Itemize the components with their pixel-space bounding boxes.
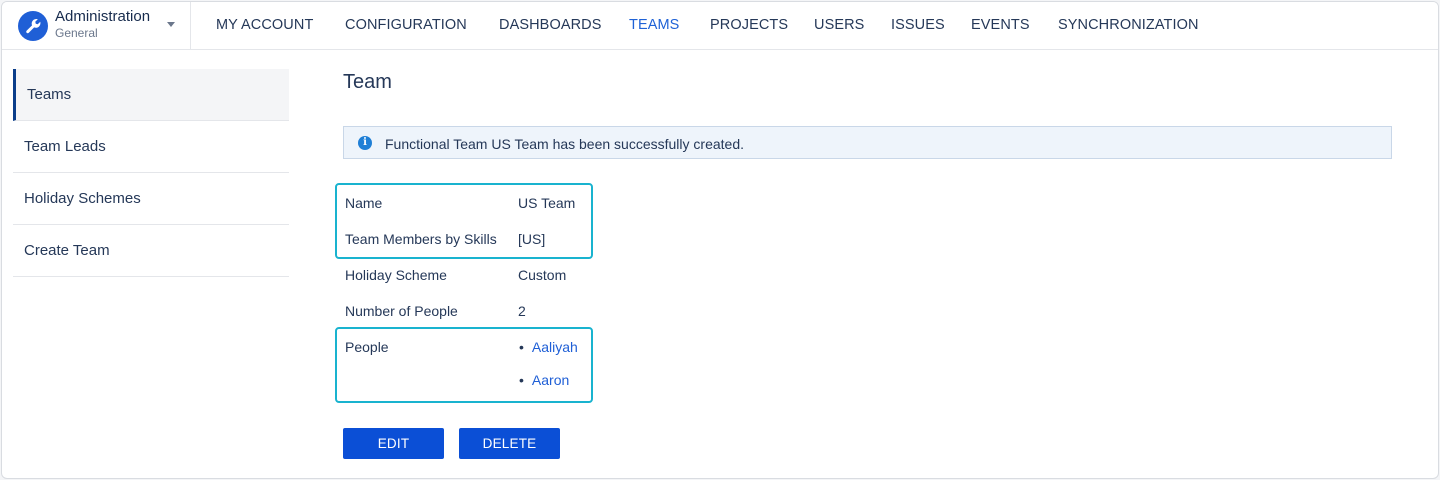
holiday-scheme-label: Holiday Scheme bbox=[345, 267, 447, 283]
nav-item-my-account[interactable]: MY ACCOUNT bbox=[216, 17, 313, 33]
app-title: Administration bbox=[55, 8, 151, 25]
sidebar-item-teams[interactable]: Teams bbox=[13, 69, 289, 121]
nav-item-issues[interactable]: ISSUES bbox=[891, 17, 945, 33]
sidebar-item-label: Holiday Schemes bbox=[24, 190, 141, 207]
sidebar: Teams Team Leads Holiday Schemes Create … bbox=[13, 69, 289, 277]
sidebar-item-holiday-schemes[interactable]: Holiday Schemes bbox=[13, 173, 289, 225]
edit-button[interactable]: EDIT bbox=[343, 428, 444, 459]
people-count-value: 2 bbox=[518, 303, 526, 319]
sidebar-item-label: Team Leads bbox=[24, 138, 106, 155]
nav-item-configuration[interactable]: CONFIGURATION bbox=[345, 17, 467, 33]
nav-item-events[interactable]: EVENTS bbox=[971, 17, 1030, 33]
app-subtitle: General bbox=[55, 26, 98, 40]
list-item: • Aaron bbox=[519, 372, 569, 388]
skills-label: Team Members by Skills bbox=[345, 231, 497, 247]
wrench-icon bbox=[18, 11, 48, 41]
delete-button[interactable]: DELETE bbox=[459, 428, 560, 459]
bullet-icon: • bbox=[519, 372, 524, 388]
name-label: Name bbox=[345, 195, 383, 211]
top-navigation-bar: Administration General MY ACCOUNT CONFIG… bbox=[2, 2, 1438, 50]
sidebar-item-create-team[interactable]: Create Team bbox=[13, 225, 289, 277]
person-link-aaron[interactable]: Aaron bbox=[532, 372, 569, 388]
sidebar-item-label: Teams bbox=[27, 86, 72, 103]
nav-item-teams[interactable]: TEAMS bbox=[629, 17, 679, 33]
people-count-label: Number of People bbox=[345, 303, 458, 319]
holiday-scheme-value: Custom bbox=[518, 267, 567, 283]
sidebar-item-label: Create Team bbox=[24, 242, 110, 259]
nav-item-users[interactable]: USERS bbox=[814, 17, 864, 33]
nav-item-dashboards[interactable]: DASHBOARDS bbox=[499, 17, 602, 33]
info-banner: i Functional Team US Team has been succe… bbox=[343, 126, 1392, 159]
info-icon: i bbox=[358, 136, 372, 150]
name-value: US Team bbox=[518, 195, 576, 211]
person-link-aaliyah[interactable]: Aaliyah bbox=[532, 339, 578, 355]
list-item: • Aaliyah bbox=[519, 339, 578, 355]
bullet-icon: • bbox=[519, 339, 524, 355]
skills-value: [US] bbox=[518, 231, 546, 247]
sidebar-item-team-leads[interactable]: Team Leads bbox=[13, 121, 289, 173]
app-switcher[interactable]: Administration General bbox=[2, 2, 191, 49]
people-label: People bbox=[345, 339, 389, 355]
chevron-down-icon[interactable] bbox=[167, 22, 175, 27]
nav-item-synchronization[interactable]: SYNCHRONIZATION bbox=[1058, 17, 1199, 33]
nav-item-projects[interactable]: PROJECTS bbox=[710, 17, 788, 33]
page-title: Team bbox=[343, 71, 392, 93]
app-window: Administration General MY ACCOUNT CONFIG… bbox=[1, 1, 1439, 479]
banner-message: Functional Team US Team has been success… bbox=[385, 136, 745, 152]
